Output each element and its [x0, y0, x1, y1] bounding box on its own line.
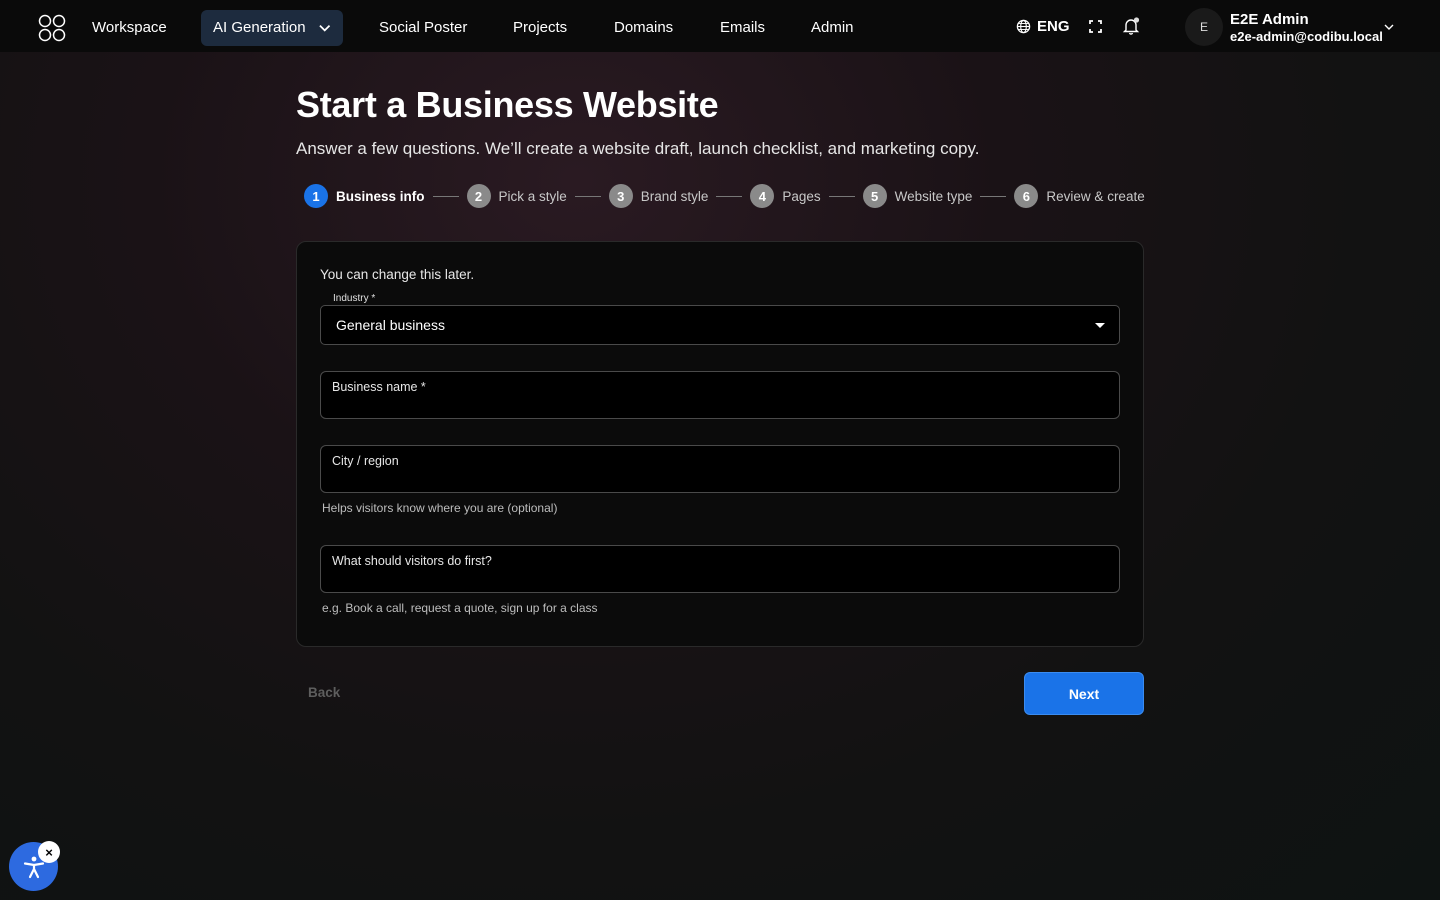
city-region-field[interactable]: City / region [320, 445, 1120, 493]
chevron-down-icon[interactable] [1382, 20, 1396, 34]
user-email[interactable]: e2e-admin@codibu.local [1230, 29, 1383, 44]
step-label: Business info [336, 188, 425, 204]
chevron-down-icon [318, 24, 330, 32]
page-title: Start a Business Website [296, 84, 719, 125]
first-action-label: What should visitors do first? [332, 554, 492, 568]
next-button[interactable]: Next [1024, 672, 1144, 715]
step-number: 4 [750, 184, 775, 208]
step-brand-style[interactable]: 3 Brand style [608, 184, 709, 208]
step-number: 3 [608, 184, 633, 208]
back-button[interactable]: Back [308, 685, 340, 700]
business-name-field[interactable]: Business name * [320, 371, 1120, 419]
first-action-helper: e.g. Book a call, request a quote, sign … [322, 601, 598, 615]
business-name-input[interactable] [332, 394, 1102, 416]
nav-item-domains[interactable]: Domains [614, 10, 673, 46]
page-subtitle: Answer a few questions. We’ll create a w… [296, 139, 980, 158]
card-hint: You can change this later. [320, 267, 475, 282]
top-navigation: Workspace AI Generation Social Poster Pr… [0, 0, 1440, 52]
industry-label: Industry * [328, 293, 381, 304]
nav-item-workspace[interactable]: Workspace [92, 10, 167, 46]
step-review-create[interactable]: 6 Review & create [1014, 184, 1145, 208]
nav-item-label: AI Generation [213, 19, 306, 36]
caret-down-icon [1095, 323, 1105, 328]
business-name-label: Business name * [332, 380, 426, 394]
step-label: Review & create [1046, 188, 1145, 204]
nav-item-emails[interactable]: Emails [720, 10, 765, 46]
step-connector [716, 195, 743, 197]
step-label: Pages [782, 188, 821, 204]
step-number: 6 [1014, 184, 1039, 208]
step-label: Brand style [640, 188, 709, 204]
bell-icon [1122, 17, 1140, 35]
step-connector [432, 195, 459, 197]
step-pick-a-style[interactable]: 2 Pick a style [466, 184, 567, 208]
step-number: 5 [862, 184, 887, 208]
step-connector [574, 195, 601, 197]
user-name[interactable]: E2E Admin [1230, 11, 1309, 28]
nav-item-social-poster[interactable]: Social Poster [379, 10, 467, 46]
globe-icon [1016, 19, 1031, 33]
step-business-info[interactable]: 1 Business info [304, 184, 425, 208]
nav-item-projects[interactable]: Projects [513, 10, 567, 46]
step-number: 1 [304, 184, 328, 208]
wizard-stepper: 1 Business info 2 Pick a style 3 Brand s… [304, 184, 1145, 208]
step-number: 2 [466, 184, 491, 208]
first-action-input[interactable] [332, 568, 1102, 590]
business-info-card: You can change this later. General busin… [296, 241, 1144, 647]
fullscreen-button[interactable] [1085, 16, 1105, 36]
industry-select[interactable]: General business [320, 305, 1120, 345]
step-connector [828, 195, 855, 197]
notifications-button[interactable] [1121, 16, 1141, 36]
step-website-type[interactable]: 5 Website type [862, 184, 973, 208]
language-switcher[interactable]: ENG [1016, 0, 1070, 52]
language-label: ENG [1037, 17, 1070, 35]
avatar[interactable]: E [1185, 8, 1223, 46]
step-pages[interactable]: 4 Pages [750, 184, 821, 208]
step-label: Pick a style [498, 188, 567, 204]
accessibility-close-button[interactable]: × [38, 841, 60, 863]
logo-icon[interactable] [38, 14, 66, 42]
nav-item-admin[interactable]: Admin [811, 10, 854, 46]
city-region-input[interactable] [332, 468, 1102, 490]
nav-item-ai-generation[interactable]: AI Generation [201, 10, 343, 46]
first-action-field[interactable]: What should visitors do first? [320, 545, 1120, 593]
fullscreen-icon [1088, 19, 1102, 33]
city-region-label: City / region [332, 454, 399, 468]
city-region-helper: Helps visitors know where you are (optio… [322, 501, 558, 515]
industry-select-value: General business [336, 317, 445, 333]
step-connector [980, 195, 1007, 197]
step-label: Website type [894, 188, 973, 204]
